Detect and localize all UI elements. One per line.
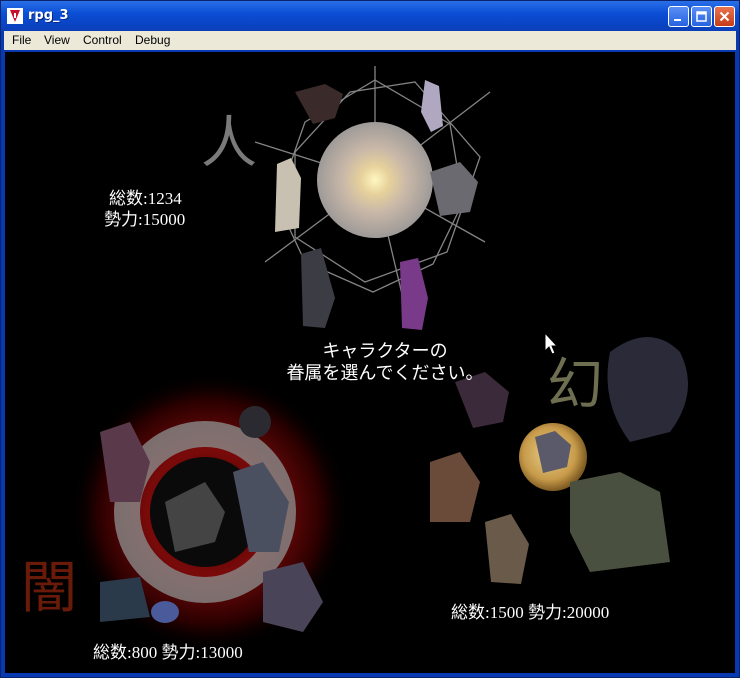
close-icon [719, 11, 730, 22]
illusion-kanji: 幻 [547, 353, 603, 418]
window-title: rpg_3 [28, 8, 69, 23]
prompt-line-2: 眷属を選んでください。 [286, 363, 484, 384]
minimize-icon [674, 19, 681, 21]
human-kanji: 人 [201, 111, 257, 176]
title-bar[interactable]: rpg_3 [1, 1, 739, 31]
dark-kanji: 闇 [21, 556, 77, 621]
minimize-button[interactable] [668, 6, 689, 27]
human-power: 勢力:15000 [104, 210, 186, 229]
menu-control[interactable]: Control [83, 33, 122, 47]
game-canvas[interactable]: 人 闇 幻 総数:1234 勢力:15000 キャラクターの 眷属を選んでくださ… [5, 52, 735, 673]
human-faction-emblem[interactable] [254, 66, 491, 330]
menu-debug[interactable]: Debug [135, 33, 170, 47]
dark-stats: 総数:800 勢力:13000 [93, 643, 243, 662]
dark-faction-emblem[interactable] [70, 372, 350, 652]
close-button[interactable] [714, 6, 735, 27]
prompt-line-1: キャラクターの [322, 341, 448, 362]
maximize-icon [696, 11, 707, 22]
app-window: rpg_3 File View Control Debug 人 闇 幻 総数:1… [0, 0, 740, 678]
menu-view[interactable]: View [44, 33, 70, 47]
app-icon [7, 8, 23, 24]
menu-bar: File View Control Debug [4, 31, 736, 50]
menu-file[interactable]: File [12, 33, 31, 47]
illusion-stats: 総数:1500 勢力:20000 [451, 603, 610, 622]
maximize-button[interactable] [691, 6, 712, 27]
mouse-cursor-icon [544, 331, 559, 355]
selection-prompt: キャラクターの 眷属を選んでください。 [235, 341, 535, 385]
